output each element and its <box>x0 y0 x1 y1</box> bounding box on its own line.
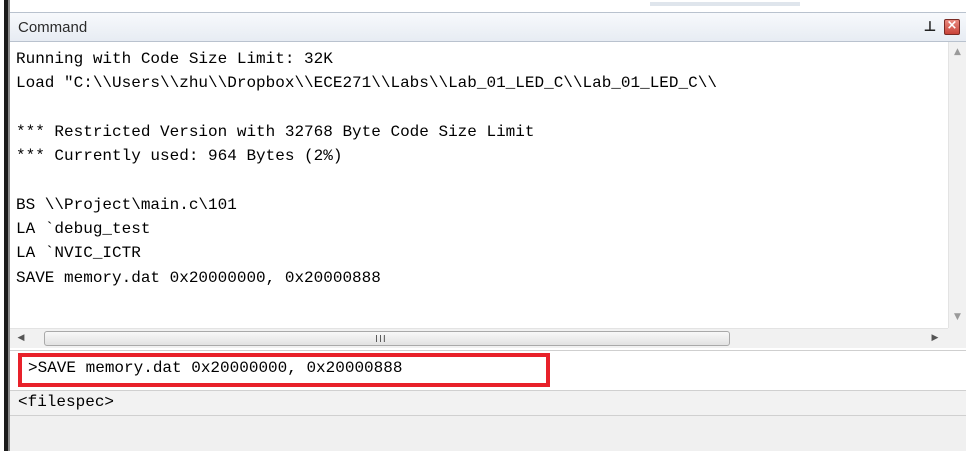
output-line: Load "C:\\Users\\zhu\\Dropbox\\ECE271\\L… <box>16 74 717 92</box>
status-area <box>10 415 966 451</box>
left-window-border <box>0 0 10 451</box>
title-bar: Command ⊥ × <box>10 12 966 42</box>
scroll-left-arrow-icon[interactable]: ◀ <box>12 329 30 348</box>
scroll-down-arrow-icon[interactable]: ▼ <box>949 309 966 326</box>
top-strip <box>10 0 966 12</box>
output-line: *** Restricted Version with 32768 Byte C… <box>16 123 535 141</box>
close-button[interactable]: × <box>944 18 960 35</box>
output-line: Running with Code Size Limit: 32K <box>16 50 333 68</box>
command-input[interactable]: >SAVE memory.dat 0x20000000, 0x20000888 <box>28 359 402 377</box>
scroll-grip-icon: III <box>375 334 387 345</box>
output-line: LA `NVIC_ICTR <box>16 244 141 262</box>
command-window: Command ⊥ × Running with Code Size Limit… <box>10 12 966 451</box>
output-line: *** Currently used: 964 Bytes (2%) <box>16 147 343 165</box>
command-output: Running with Code Size Limit: 32K Load "… <box>10 42 948 328</box>
scroll-up-arrow-icon[interactable]: ▲ <box>949 44 966 61</box>
scroll-right-arrow-icon[interactable]: ▶ <box>926 329 944 348</box>
vertical-scrollbar[interactable]: ▲ ▼ <box>948 42 966 328</box>
pin-icon[interactable]: ⊥ <box>922 18 938 36</box>
horizontal-scroll-thumb[interactable]: III <box>44 331 730 346</box>
scrollbar-corner <box>948 328 966 348</box>
syntax-hint-bar: <filespec> <box>10 390 966 415</box>
horizontal-scrollbar[interactable]: ◀ III ▶ <box>10 328 948 348</box>
output-line: BS \\Project\main.c\101 <box>16 196 237 214</box>
close-icon: × <box>946 18 958 33</box>
output-line: LA `debug_test <box>16 220 151 238</box>
window-title: Command <box>18 19 88 36</box>
command-input-row[interactable]: >SAVE memory.dat 0x20000000, 0x20000888 <box>10 350 966 390</box>
output-line: SAVE memory.dat 0x20000000, 0x20000888 <box>16 269 381 287</box>
syntax-hint: <filespec> <box>18 393 115 411</box>
